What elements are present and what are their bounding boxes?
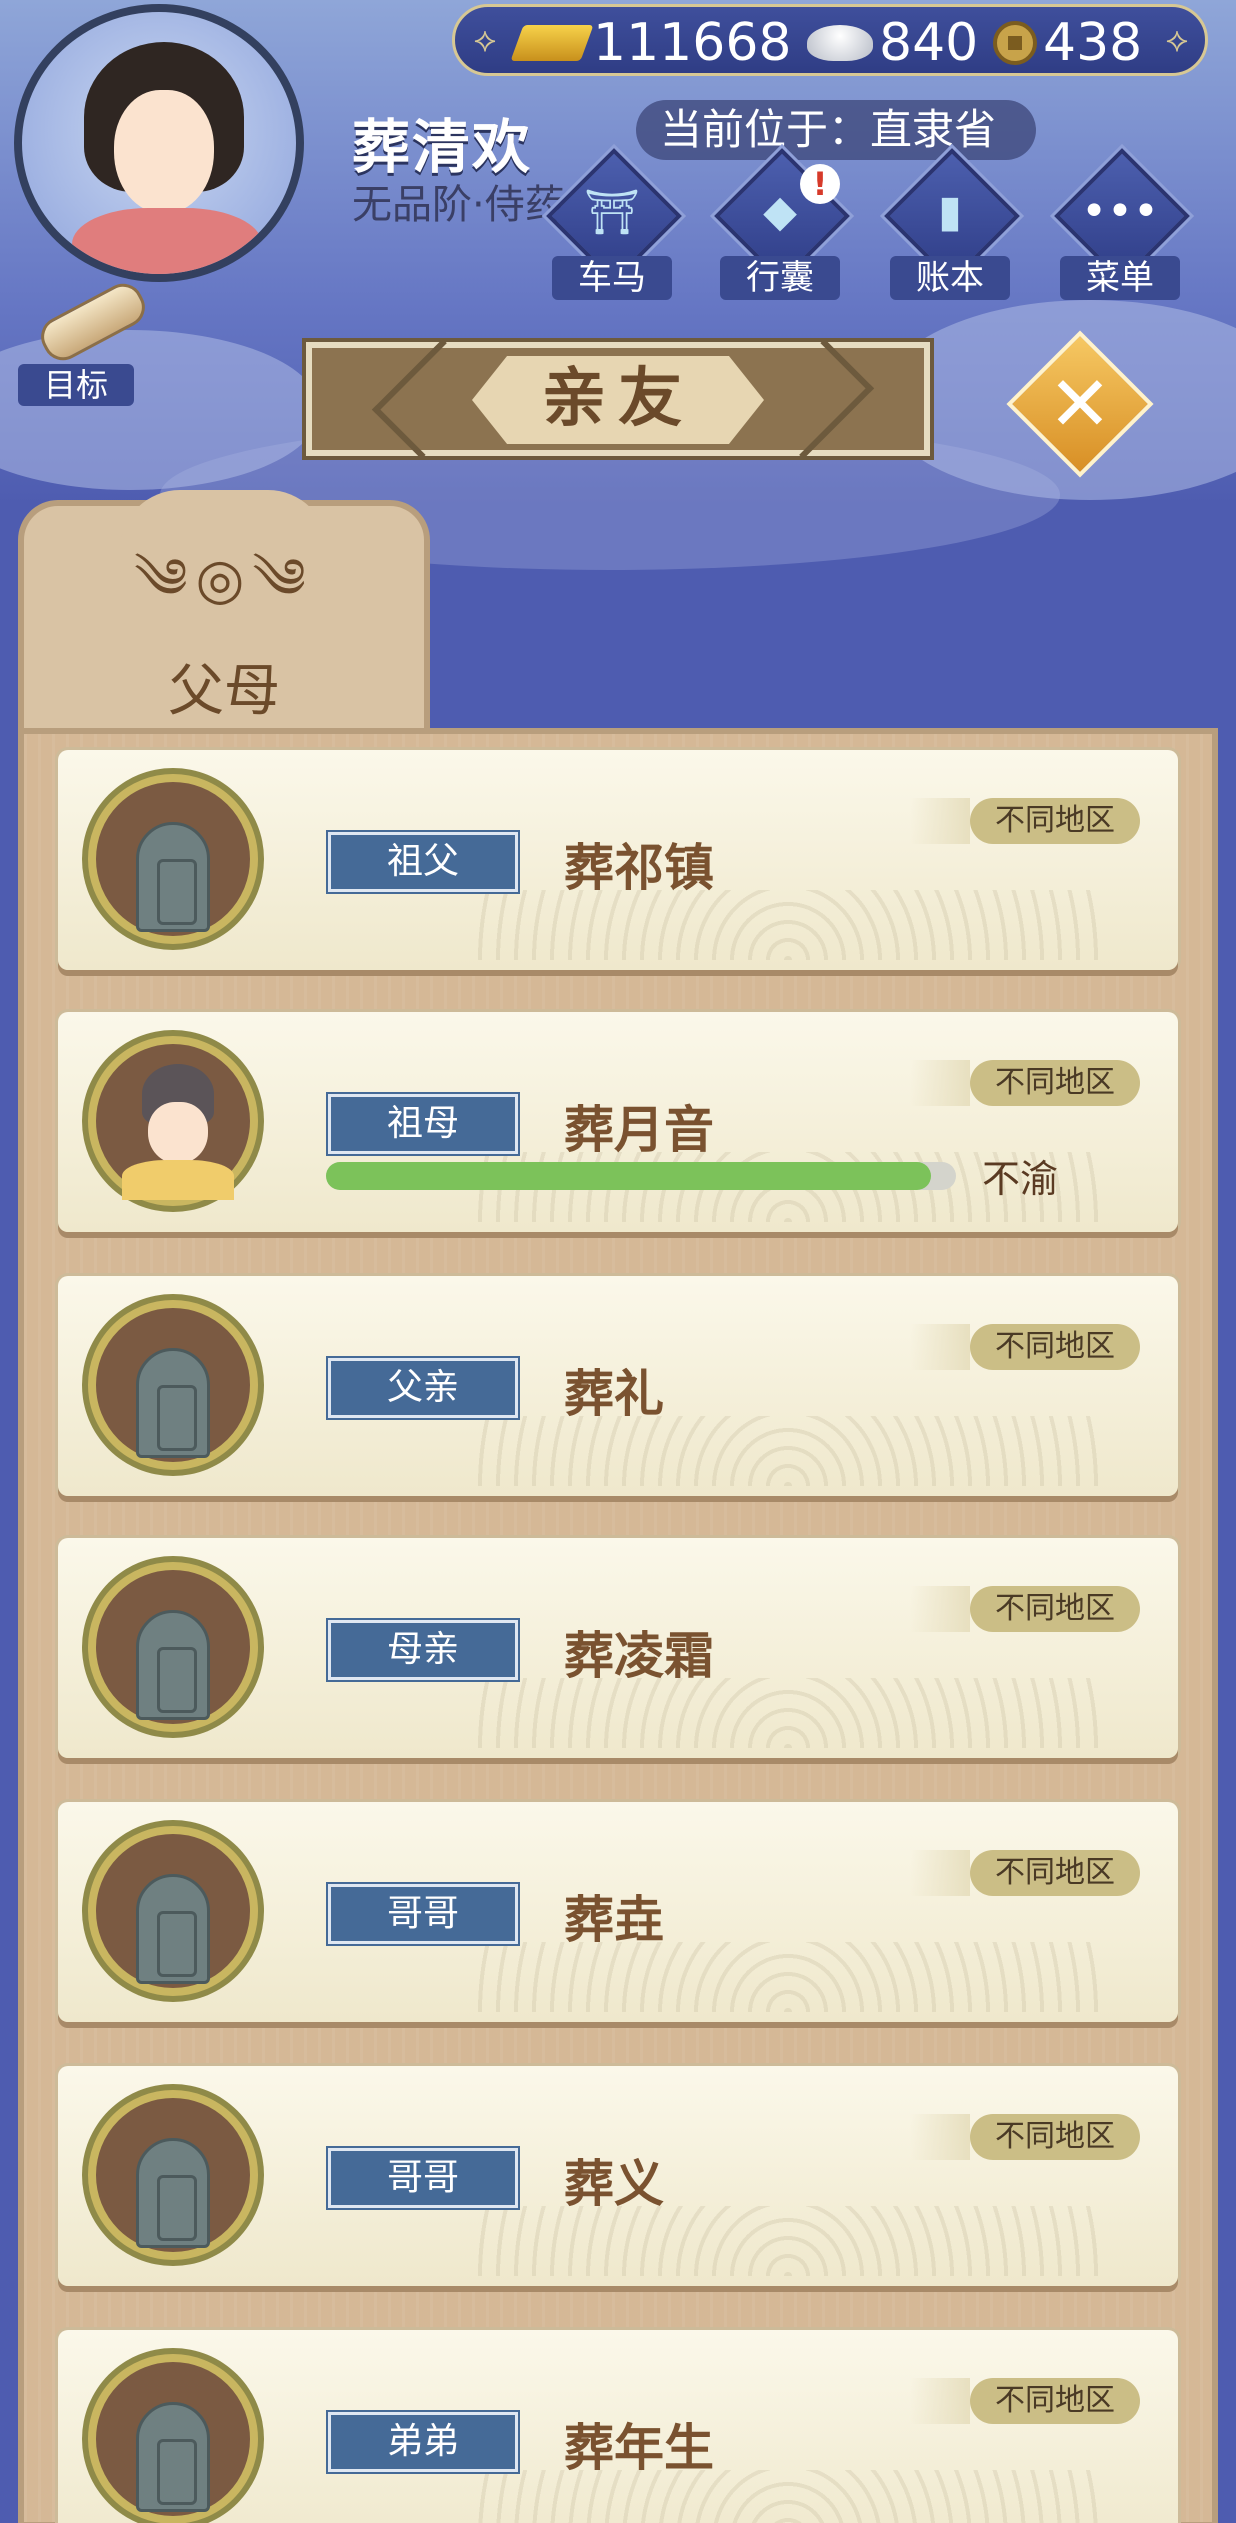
silver-ingot-icon — [807, 25, 873, 61]
relation-badge: 祖父 — [326, 830, 520, 894]
tab-parents[interactable]: ༄◎༄ 父母 — [18, 490, 430, 750]
relative-name: 葬月音 — [564, 1101, 714, 1159]
menu-button[interactable]: ••• 菜单 — [1050, 148, 1190, 300]
wave-pattern — [478, 2206, 1098, 2276]
ledger-label: 账本 — [890, 256, 1010, 300]
coin-counter[interactable]: 438 — [993, 13, 1142, 73]
player-avatar[interactable] — [14, 4, 304, 282]
region-badge: 不同地区 — [910, 1060, 1140, 1106]
ledger-icon: ▮ — [937, 186, 963, 237]
carriage-button[interactable]: ⛩ 车马 — [542, 148, 682, 300]
coin-amount: 438 — [1043, 13, 1143, 73]
tombstone-icon[interactable] — [88, 2354, 258, 2523]
region-badge: 不同地区 — [910, 798, 1140, 844]
wave-pattern — [478, 1942, 1098, 2012]
ledger-button[interactable]: ▮ 账本 — [880, 148, 1020, 300]
tombstone-icon[interactable] — [88, 1826, 258, 1996]
bamboo-right-icon: ⟡ — [1165, 20, 1189, 60]
relative-row[interactable]: 母亲 葬凌霜 不同地区 — [58, 1538, 1178, 1758]
relative-name: 葬义 — [564, 2155, 664, 2213]
health-bar — [326, 1162, 956, 1190]
relation-badge: 祖母 — [326, 1092, 520, 1156]
wave-pattern — [478, 1416, 1098, 1486]
currency-bar: ⟡ 111668 840 438 ⟡ — [452, 4, 1208, 76]
relation-badge: 弟弟 — [326, 2410, 520, 2474]
cloud-ornament-icon: ༄◎༄ — [134, 547, 314, 612]
silver-amount: 840 — [879, 13, 979, 73]
gold-counter[interactable]: 111668 — [510, 13, 792, 73]
tombstone-icon[interactable] — [88, 1300, 258, 1470]
bamboo-left-icon: ⟡ — [473, 20, 497, 60]
bag-label: 行囊 — [720, 256, 840, 300]
relative-name: 葬凌霜 — [564, 1627, 714, 1685]
menu-label: 菜单 — [1060, 256, 1180, 300]
relative-name: 葬祁镇 — [564, 839, 714, 897]
silver-counter[interactable]: 840 — [807, 13, 978, 73]
relative-row[interactable]: 祖母 葬月音 不同地区不渝 — [58, 1012, 1178, 1232]
title-banner: 亲友 — [306, 338, 930, 460]
wave-pattern — [478, 890, 1098, 960]
copper-coin-icon — [993, 21, 1037, 65]
relative-name: 葬垚 — [564, 1891, 664, 1949]
relation-badge: 父亲 — [326, 1356, 520, 1420]
region-badge: 不同地区 — [910, 2114, 1140, 2160]
gold-ingot-icon — [510, 25, 594, 61]
bag-button[interactable]: ◆ ! 行囊 — [710, 148, 850, 300]
gold-amount: 111668 — [593, 13, 792, 73]
relative-row[interactable]: 祖父 葬祁镇 不同地区 — [58, 750, 1178, 970]
tombstone-icon[interactable] — [88, 774, 258, 944]
tombstone-icon[interactable] — [88, 2090, 258, 2260]
relative-name: 葬年生 — [564, 2419, 714, 2477]
region-badge: 不同地区 — [910, 1324, 1140, 1370]
page-title: 亲友 — [542, 362, 694, 436]
region-badge: 不同地区 — [910, 1586, 1140, 1632]
tombstone-icon[interactable] — [88, 1562, 258, 1732]
carriage-icon: ⛩ — [584, 187, 640, 238]
player-rank: 无品阶·侍药 — [352, 182, 565, 228]
relative-row[interactable]: 弟弟 葬年生 不同地区 — [58, 2330, 1178, 2523]
wave-pattern — [478, 1678, 1098, 1748]
relative-row[interactable]: 父亲 葬礼 不同地区 — [58, 1276, 1178, 1496]
close-icon: ✕ — [1048, 359, 1112, 448]
relative-name: 葬礼 — [564, 1365, 664, 1423]
target-label: 目标 — [18, 364, 134, 406]
relative-row[interactable]: 哥哥 葬义 不同地区 — [58, 2066, 1178, 2286]
menu-icon: ••• — [1081, 186, 1159, 237]
region-badge: 不同地区 — [910, 2378, 1140, 2424]
grandmother-portrait[interactable] — [88, 1036, 258, 1206]
region-badge: 不同地区 — [910, 1850, 1140, 1896]
relation-badge: 母亲 — [326, 1618, 520, 1682]
carriage-label: 车马 — [552, 256, 672, 300]
target-button[interactable]: 目标 — [18, 276, 152, 406]
relation-badge: 哥哥 — [326, 1882, 520, 1946]
alert-badge: ! — [800, 164, 840, 204]
health-status: 不渝 — [982, 1157, 1059, 1201]
location-label: 当前位于：直隶省 — [636, 100, 1036, 160]
tab-label: 父母 — [168, 659, 280, 724]
relative-row[interactable]: 哥哥 葬垚 不同地区 — [58, 1802, 1178, 2022]
relation-badge: 哥哥 — [326, 2146, 520, 2210]
